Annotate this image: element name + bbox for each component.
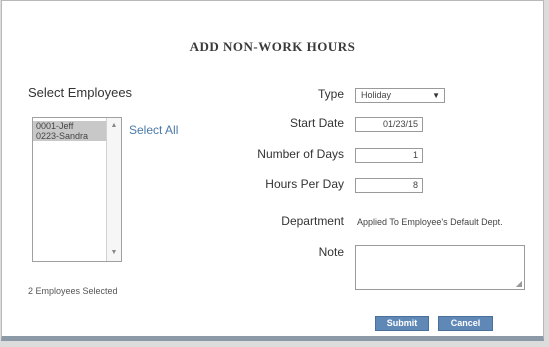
start-date-label: Start Date [289, 116, 344, 130]
employees-selected-count: 2 Employees Selected [28, 286, 118, 296]
select-all-link[interactable]: Select All [129, 123, 178, 137]
resize-handle-icon[interactable]: ◢ [516, 279, 522, 288]
submit-button[interactable]: Submit [375, 316, 429, 331]
hours-per-day-input[interactable]: 8 [355, 178, 423, 193]
employee-list-scrollbar[interactable]: ▲ ▼ [106, 118, 121, 261]
department-label: Department [281, 214, 344, 228]
start-date-input[interactable]: 01/23/15 [355, 117, 423, 132]
scroll-up-icon[interactable]: ▲ [107, 120, 121, 132]
select-employees-label: Select Employees [28, 85, 133, 100]
hours-per-day-label: Hours Per Day [265, 177, 344, 191]
type-select[interactable]: Holiday ▼ [355, 88, 445, 103]
employee-option[interactable]: 0223-Sandra [33, 131, 108, 141]
type-select-value: Holiday [361, 90, 392, 100]
dialog-title: ADD NON-WORK HOURS [189, 39, 356, 54]
scroll-down-icon[interactable]: ▼ [107, 247, 121, 259]
note-label: Note [318, 245, 344, 259]
dropdown-caret-icon: ▼ [432, 91, 440, 100]
employee-listbox[interactable]: 0001-Jeff 0223-Sandra ▲ ▼ [32, 117, 122, 262]
cancel-button[interactable]: Cancel [438, 316, 493, 331]
number-of-days-input[interactable]: 1 [355, 148, 423, 163]
type-label: Type [317, 87, 344, 101]
add-non-work-hours-dialog: ADD NON-WORK HOURS Select Employees 0001… [1, 0, 544, 341]
note-textarea[interactable]: ◢ [355, 245, 525, 290]
employee-option[interactable]: 0001-Jeff [33, 121, 108, 131]
department-value: Applied To Employee's Default Dept. [357, 217, 503, 227]
number-of-days-label: Number of Days [257, 147, 344, 161]
